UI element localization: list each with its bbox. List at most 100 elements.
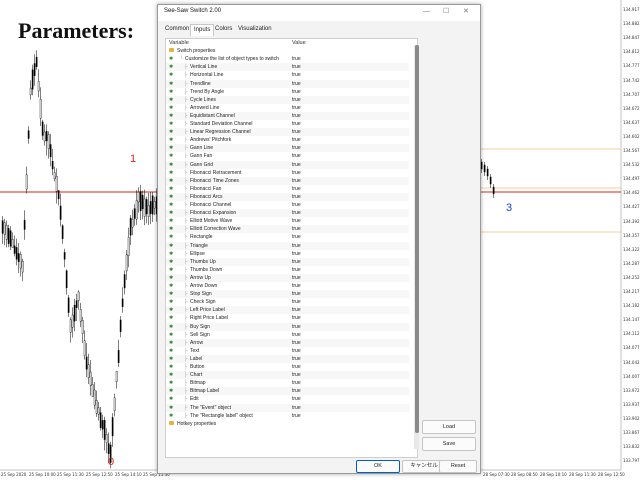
input-row-value[interactable]: true xyxy=(292,242,301,250)
input-row-value[interactable]: true xyxy=(292,201,301,209)
input-row-value[interactable]: true xyxy=(292,193,301,201)
input-row[interactable]: ✱ ├ Triangle true xyxy=(166,241,409,250)
input-row[interactable]: ✱ ├ Buy Sign true xyxy=(166,322,409,331)
input-row-value[interactable]: true xyxy=(292,112,301,120)
input-row[interactable]: ✱ └ Customize the list of object types to … xyxy=(166,55,409,63)
input-row-value[interactable]: true xyxy=(292,161,301,169)
input-row-value[interactable]: true xyxy=(292,185,301,193)
input-row[interactable]: ✱ ├ Elliott Correction Wave true xyxy=(166,225,409,234)
input-row-value[interactable]: true xyxy=(292,347,301,355)
input-row-value[interactable]: true xyxy=(292,282,301,290)
table-scrollbar[interactable] xyxy=(414,45,419,451)
input-row-value[interactable]: true xyxy=(292,395,301,403)
input-row[interactable]: ✱ ├ Ellipse true xyxy=(166,250,409,258)
input-row-value[interactable]: true xyxy=(292,355,301,363)
input-row-value[interactable]: true xyxy=(292,298,301,306)
input-row-value[interactable]: true xyxy=(292,233,301,241)
group-hotkey-properties[interactable]: Hotkey properties xyxy=(166,420,409,428)
input-row-value[interactable]: true xyxy=(292,371,301,379)
input-row-value[interactable]: true xyxy=(292,339,301,347)
maximize-button[interactable]: ☐ xyxy=(443,8,449,16)
input-row[interactable]: ✱ ├ Arrow Down true xyxy=(166,282,409,290)
input-row[interactable]: ✱ ├ Vertical Line true xyxy=(166,63,409,72)
input-row[interactable]: ✱ ├ Chart true xyxy=(166,371,409,380)
input-row[interactable]: ✱ ├ Fibonacci Arcs true xyxy=(166,192,409,201)
input-row-value[interactable]: true xyxy=(292,136,301,144)
input-row-value[interactable]: true xyxy=(292,63,301,71)
input-row[interactable]: ✱ ├ Elliott Motive Wave true xyxy=(166,217,409,225)
input-row-value[interactable]: true xyxy=(292,209,301,217)
input-row[interactable]: ✱ ├ Andrews' Pitchfork true xyxy=(166,136,409,144)
input-row[interactable]: ✱ ├ Label true xyxy=(166,354,409,363)
input-row-value[interactable]: true xyxy=(292,71,301,79)
input-row[interactable]: ✱ ├ Rectangle true xyxy=(166,233,409,241)
input-row-value[interactable]: true xyxy=(292,217,301,225)
input-row-value[interactable]: true xyxy=(292,266,301,274)
ok-button[interactable]: OK xyxy=(356,460,400,473)
input-row-value[interactable]: true xyxy=(292,88,301,96)
input-row-value[interactable]: true xyxy=(292,314,301,322)
input-row[interactable]: ✱ ├ Button true xyxy=(166,363,409,371)
reset-button[interactable]: Reset xyxy=(439,460,477,473)
input-row-value[interactable]: true xyxy=(292,274,301,282)
input-row[interactable]: ✱ ├ Trend By Angle true xyxy=(166,88,409,96)
input-row-value[interactable]: true xyxy=(292,144,301,152)
input-row-value[interactable]: true xyxy=(292,331,301,339)
input-row[interactable]: ✱ ├ Bitmap Label true xyxy=(166,387,409,396)
input-row[interactable]: ✱ ├ Bitmap true xyxy=(166,379,409,387)
input-row-value[interactable]: true xyxy=(292,412,301,420)
save-button[interactable]: Save xyxy=(422,437,476,451)
input-row[interactable]: ✱ ├ Thumbs Up true xyxy=(166,257,409,266)
input-row[interactable]: ✱ ├ Check Sign true xyxy=(166,298,409,306)
tab-inputs[interactable]: Inputs xyxy=(190,24,215,36)
input-row[interactable]: ✱ ├ Gann Fan true xyxy=(166,152,409,160)
input-row-value[interactable]: true xyxy=(292,96,301,104)
input-row[interactable]: ✱ ├ Fibonacci Channel true xyxy=(166,201,409,209)
tab-common[interactable]: Common xyxy=(162,24,192,35)
input-row-value[interactable]: true xyxy=(292,250,301,258)
input-row-value[interactable]: true xyxy=(292,387,301,395)
input-row[interactable]: ✱ ├ Cycle Lines true xyxy=(166,95,409,104)
load-button[interactable]: Load xyxy=(422,420,476,434)
input-row-value[interactable]: true xyxy=(292,225,301,233)
input-row[interactable]: ✱ ├ Fibonacci Time Zones true xyxy=(166,176,409,185)
input-row-value[interactable]: true xyxy=(292,177,301,185)
input-row[interactable]: ✱ ├ Arrowed Line true xyxy=(166,104,409,112)
scrollbar-thumb[interactable] xyxy=(414,45,419,433)
input-row[interactable]: ✱ ├ Right Price Label true xyxy=(166,314,409,322)
input-row-value[interactable]: true xyxy=(292,169,301,177)
input-row[interactable]: ✱ ├ Arrow true xyxy=(166,338,409,347)
input-row-value[interactable]: true xyxy=(292,258,301,266)
input-row-value[interactable]: true xyxy=(292,363,301,371)
input-row[interactable]: ✱ ├ Trendline true xyxy=(166,79,409,88)
input-row[interactable]: ✱ ├ The "Event" object true xyxy=(166,403,409,412)
input-row[interactable]: ✱ ├ Fibonacci Expansion true xyxy=(166,209,409,218)
input-row[interactable]: ✱ ├ Horizontal Line true xyxy=(166,71,409,79)
input-row[interactable]: ✱ ├ Edit true xyxy=(166,395,409,403)
input-row-value[interactable]: true xyxy=(292,55,301,63)
input-row[interactable]: ✱ ├ Text true xyxy=(166,347,409,355)
input-row-value[interactable]: true xyxy=(292,379,301,387)
input-row-value[interactable]: true xyxy=(292,290,301,298)
input-row-value[interactable]: true xyxy=(292,323,301,331)
input-row[interactable]: ✱ ├ Fibonacci Retracement true xyxy=(166,169,409,177)
input-row[interactable]: ✱ ├ Linear Regression Channel true xyxy=(166,128,409,137)
close-button[interactable]: ✕ xyxy=(463,8,469,16)
input-row[interactable]: ✱ ├ Fibonacci Fan true xyxy=(166,185,409,193)
minimize-button[interactable]: — xyxy=(423,8,430,16)
input-row[interactable]: ✱ ├ Standard Deviation Channel true xyxy=(166,120,409,128)
input-row[interactable]: ✱ ├ Gann Line true xyxy=(166,144,409,153)
input-row[interactable]: ✱ ├ The "Rectangle label" object true xyxy=(166,412,409,420)
input-row[interactable]: ✱ ├ Left Price Label true xyxy=(166,306,409,315)
input-row-value[interactable]: true xyxy=(292,404,301,412)
input-row[interactable]: ✱ ├ Sell Sign true xyxy=(166,331,409,339)
input-row-value[interactable]: true xyxy=(292,120,301,128)
dialog-titlebar[interactable]: See-Saw Switch 2.00 — ☐ ✕ xyxy=(158,5,480,21)
tab-colors[interactable]: Colors xyxy=(212,24,235,35)
input-row[interactable]: ✱ ├ Arrow Up true xyxy=(166,273,409,282)
input-row-value[interactable]: true xyxy=(292,306,301,314)
input-row[interactable]: ✱ ├ Gann Grid true xyxy=(166,160,409,169)
input-row[interactable]: ✱ ├ Stop Sign true xyxy=(166,290,409,299)
tab-visualization[interactable]: Visualization xyxy=(235,24,275,35)
group-switch-properties[interactable]: Switch properties xyxy=(166,47,409,55)
